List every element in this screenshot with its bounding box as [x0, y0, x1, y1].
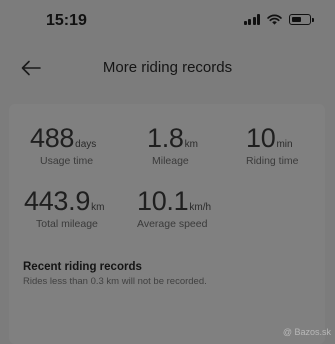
- total-mileage-label: Total mileage: [36, 218, 98, 230]
- recent-records-title: Recent riding records: [23, 261, 142, 273]
- usage-time-unit: days: [75, 139, 97, 150]
- battery-icon: [289, 14, 314, 25]
- nav-bar: More riding records: [0, 48, 335, 88]
- riding-time-value: 10: [246, 123, 276, 153]
- average-speed-unit: km/h: [189, 202, 212, 213]
- average-speed-label: Average speed: [137, 218, 208, 230]
- stat-usage-time: 488days Usage time: [30, 123, 97, 168]
- mileage-value: 1.8: [147, 123, 184, 153]
- stat-mileage: 1.8km Mileage: [147, 123, 198, 168]
- mileage-label: Mileage: [152, 155, 189, 167]
- recent-records-subtitle: Rides less than 0.3 km will not be recor…: [23, 276, 207, 287]
- status-time: 15:19: [46, 12, 87, 29]
- total-mileage-value: 443.9: [24, 186, 91, 216]
- riding-time-unit: min: [276, 139, 293, 150]
- total-mileage-unit: km: [91, 202, 105, 213]
- usage-time-label: Usage time: [40, 155, 94, 167]
- mileage-unit: km: [184, 139, 198, 150]
- status-bar: 15:19: [0, 0, 335, 44]
- average-speed-value: 10.1: [137, 186, 189, 216]
- usage-time-value: 488: [30, 123, 75, 153]
- watermark: @ Bazos.sk: [282, 327, 331, 337]
- page-title: More riding records: [102, 59, 233, 76]
- stat-riding-time: 10min Riding time: [246, 123, 299, 168]
- stat-total-mileage: 443.9km Total mileage: [24, 186, 105, 231]
- riding-time-label: Riding time: [246, 155, 299, 167]
- status-icons: [243, 14, 314, 25]
- wifi-icon: [267, 14, 282, 25]
- cellular-signal-icon: [243, 14, 260, 25]
- stat-average-speed: 10.1km/h Average speed: [137, 186, 212, 231]
